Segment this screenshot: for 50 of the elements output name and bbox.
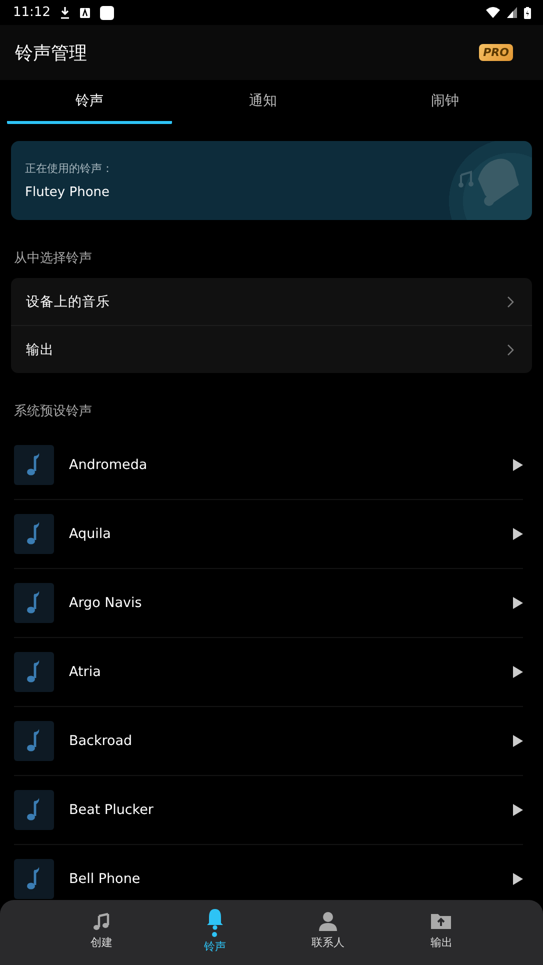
play-icon[interactable] xyxy=(513,597,523,609)
chevron-right-icon xyxy=(507,296,514,308)
music-note-icon xyxy=(14,445,54,485)
music-note-icon xyxy=(14,721,54,761)
section-heading: 系统预设铃声 xyxy=(13,403,93,420)
pro-badge[interactable]: PRO xyxy=(479,44,513,61)
play-icon[interactable] xyxy=(513,666,523,678)
play-icon[interactable] xyxy=(513,459,523,471)
music-note-icon xyxy=(14,583,54,623)
tab[interactable]: 通知 xyxy=(172,80,354,124)
signal-icon xyxy=(507,7,517,18)
play-icon[interactable] xyxy=(513,804,523,816)
app-notification-icon xyxy=(80,8,90,18)
music-note-icon xyxy=(14,859,54,899)
play-icon[interactable] xyxy=(513,873,523,885)
ringtone-name[interactable]: Andromeda xyxy=(69,457,513,473)
status-time: 11:12 xyxy=(13,5,50,20)
battery-icon xyxy=(524,6,531,18)
play-icon[interactable] xyxy=(513,528,523,540)
tab[interactable]: 闹钟 xyxy=(354,80,536,124)
active-dot xyxy=(212,932,218,937)
ringtone-name[interactable]: Beat Plucker xyxy=(69,802,513,818)
person-icon xyxy=(317,910,340,932)
current-ringtone-label: 正在使用的铃声： xyxy=(25,161,113,176)
ringtone-name[interactable]: Argo Navis xyxy=(69,595,513,611)
ringtone-name[interactable]: Bell Phone xyxy=(69,871,513,887)
download-icon xyxy=(60,6,70,18)
section-heading: 从中选择铃声 xyxy=(13,250,93,267)
nav-item[interactable]: 铃声 xyxy=(158,900,272,965)
ringtone-name[interactable]: Aquila xyxy=(69,526,513,542)
ringtone-name[interactable]: Backroad xyxy=(69,733,513,749)
wifi-icon xyxy=(486,7,500,18)
list-item[interactable]: 输出 xyxy=(11,325,532,373)
chevron-right-icon xyxy=(507,344,514,356)
nav-item[interactable]: 输出 xyxy=(384,900,498,965)
nav-item[interactable]: 创建 xyxy=(45,900,158,965)
bell-drawing xyxy=(458,157,520,207)
list-item-label: 输出 xyxy=(26,340,54,358)
music-note-icon xyxy=(14,790,54,830)
nav-item[interactable]: 联系人 xyxy=(272,900,385,965)
tab[interactable]: 铃声 xyxy=(7,80,172,124)
list-item-label: 设备上的音乐 xyxy=(26,292,110,310)
square-icon xyxy=(100,6,114,20)
current-ringtone-name: Flutey Phone xyxy=(25,185,111,200)
music-note-icon xyxy=(14,652,54,692)
play-icon[interactable] xyxy=(513,735,523,747)
music-note-icon xyxy=(14,514,54,554)
list-item[interactable]: 设备上的音乐 xyxy=(11,278,532,325)
ringtone-name[interactable]: Atria xyxy=(69,664,513,680)
page-title: 铃声管理 xyxy=(15,42,87,64)
